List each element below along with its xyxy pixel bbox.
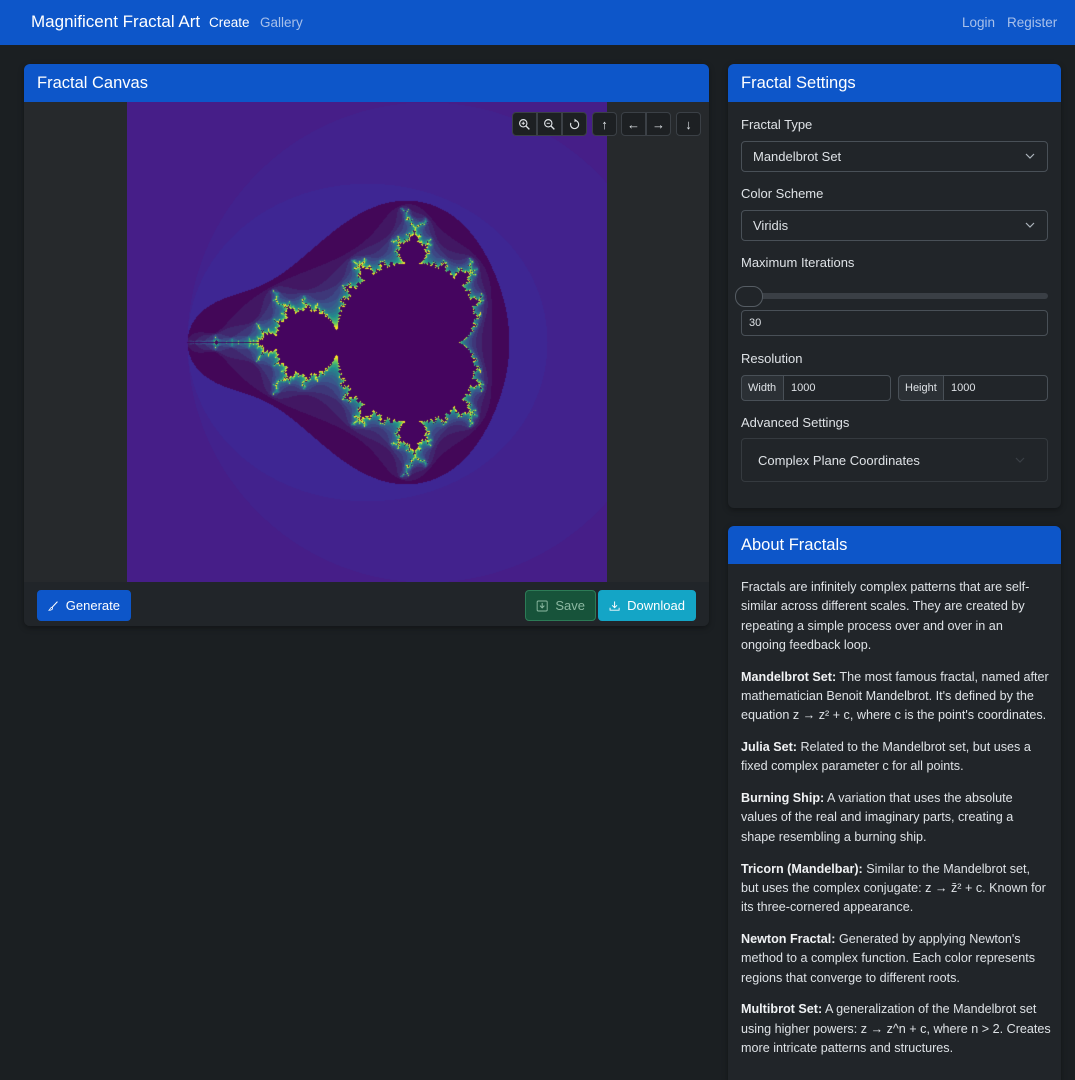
entry-term: Tricorn (Mandelbar): bbox=[741, 861, 863, 876]
brand-logo[interactable]: Magnificent Fractal Art bbox=[31, 12, 200, 32]
zoom-in-icon bbox=[519, 118, 530, 130]
width-addon-label: Width bbox=[741, 375, 784, 401]
brush-icon bbox=[48, 600, 58, 611]
card-title: Fractal Settings bbox=[728, 64, 1061, 102]
entry-term: Mandelbrot Set: bbox=[741, 669, 837, 684]
pan-up-button[interactable]: ↑ bbox=[592, 112, 617, 136]
height-input[interactable]: 1000 bbox=[943, 375, 1048, 401]
iterations-label: Maximum Iterations bbox=[741, 255, 855, 270]
complex-plane-accordion[interactable]: Complex Plane Coordinates bbox=[741, 438, 1048, 482]
width-input[interactable]: 1000 bbox=[783, 375, 891, 401]
accordion-label: Complex Plane Coordinates bbox=[758, 453, 920, 468]
fractal-settings-card: Fractal Settings Fractal Type Mandelbrot… bbox=[728, 64, 1061, 508]
color-scheme-label: Color Scheme bbox=[741, 186, 824, 201]
nav-link-register[interactable]: Register bbox=[1007, 15, 1057, 30]
fractal-canvas-card: Fractal Canvas ↑ ← → ↓ Generate Save Dow… bbox=[24, 64, 709, 626]
resolution-label: Resolution bbox=[741, 351, 803, 366]
fractal-type-select[interactable]: Mandelbrot Set bbox=[741, 141, 1048, 172]
pan-right-button[interactable]: → bbox=[646, 112, 671, 136]
zoom-out-icon bbox=[544, 118, 555, 130]
pan-down-button[interactable]: ↓ bbox=[676, 112, 701, 136]
entry-term: Julia Set: bbox=[741, 740, 797, 755]
save-icon bbox=[536, 600, 548, 611]
download-label: Download bbox=[627, 598, 685, 613]
chevron-down-icon bbox=[1025, 153, 1035, 159]
arrow-right-icon: → bbox=[652, 116, 665, 132]
zoom-in-button[interactable] bbox=[512, 112, 537, 136]
about-entry: Mandelbrot Set: The most famous fractal,… bbox=[741, 668, 1051, 726]
iterations-input[interactable]: 30 bbox=[741, 310, 1048, 336]
chevron-down-icon bbox=[1025, 222, 1035, 228]
entry-term: Newton Fractal: bbox=[741, 931, 836, 946]
nav-link-gallery[interactable]: Gallery bbox=[260, 15, 303, 30]
nav-link-login[interactable]: Login bbox=[962, 15, 995, 30]
zoom-out-button[interactable] bbox=[537, 112, 562, 136]
reset-view-button[interactable] bbox=[562, 112, 587, 136]
navbar: Magnificent Fractal Art Create Gallery L… bbox=[0, 0, 1075, 45]
about-entry: Multibrot Set: A generalization of the M… bbox=[741, 1000, 1051, 1058]
fractal-type-label: Fractal Type bbox=[741, 117, 813, 132]
about-entry: Newton Fractal: Generated by applying Ne… bbox=[741, 930, 1051, 988]
chevron-down-icon bbox=[1015, 457, 1025, 463]
advanced-settings-label: Advanced Settings bbox=[741, 415, 850, 430]
canvas-footer: Generate Save Download bbox=[24, 582, 709, 626]
fractal-type-value: Mandelbrot Set bbox=[753, 149, 842, 164]
entry-term: Burning Ship: bbox=[741, 791, 825, 806]
entry-term: Multibrot Set: bbox=[741, 1002, 823, 1017]
about-fractals-card: About Fractals Fractals are infinitely c… bbox=[728, 526, 1061, 1080]
about-entry: Julia Set: Related to the Mandelbrot set… bbox=[741, 738, 1051, 777]
save-button[interactable]: Save bbox=[525, 590, 596, 621]
arrow-up-icon: ↑ bbox=[601, 116, 608, 132]
canvas-area: ↑ ← → ↓ bbox=[24, 102, 709, 582]
about-entry: Burning Ship: A variation that uses the … bbox=[741, 789, 1051, 847]
height-addon-label: Height bbox=[898, 375, 944, 401]
reset-icon bbox=[569, 118, 580, 129]
iterations-slider-thumb[interactable] bbox=[735, 286, 763, 307]
color-scheme-select[interactable]: Viridis bbox=[741, 210, 1048, 241]
iterations-slider[interactable] bbox=[741, 293, 1048, 299]
arrow-down-icon: ↓ bbox=[685, 116, 692, 132]
generate-button[interactable]: Generate bbox=[37, 590, 131, 621]
download-icon bbox=[609, 600, 620, 611]
about-intro: Fractals are infinitely complex patterns… bbox=[741, 580, 1030, 652]
color-scheme-value: Viridis bbox=[753, 218, 789, 233]
save-label: Save bbox=[555, 598, 585, 613]
fractal-canvas[interactable] bbox=[127, 102, 607, 582]
card-title: Fractal Canvas bbox=[24, 64, 709, 102]
pan-left-button[interactable]: ← bbox=[621, 112, 646, 136]
about-body: Fractals are infinitely complex patterns… bbox=[741, 578, 1051, 1071]
about-entry: Tricorn (Mandelbar): Similar to the Mand… bbox=[741, 860, 1051, 918]
generate-label: Generate bbox=[65, 598, 120, 613]
arrow-left-icon: ← bbox=[627, 116, 640, 132]
card-title: About Fractals bbox=[728, 526, 1061, 564]
nav-link-create[interactable]: Create bbox=[209, 15, 250, 30]
download-button[interactable]: Download bbox=[598, 590, 696, 621]
